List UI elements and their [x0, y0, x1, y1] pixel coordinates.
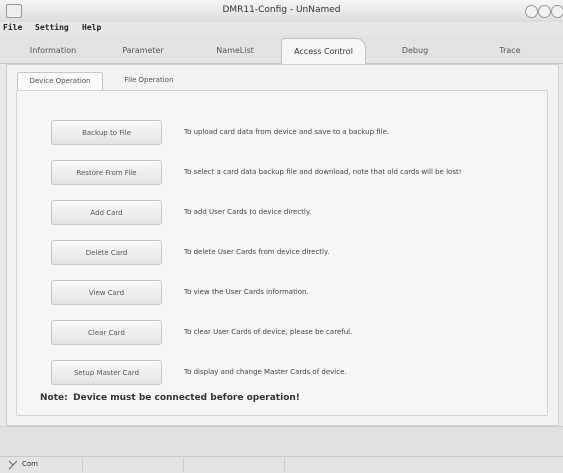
- setup-master-card-description: To display and change Master Cards of de…: [184, 368, 347, 376]
- setup-master-card-button[interactable]: Setup Master Card: [51, 360, 162, 385]
- view-card-description: To view the User Cards information.: [184, 288, 309, 296]
- tab-debug[interactable]: Debug: [385, 38, 445, 63]
- access-control-panel: Device Operation File Operation Backup t…: [6, 64, 559, 426]
- view-card-button[interactable]: View Card: [51, 280, 162, 305]
- note-text: Device must be connected before operatio…: [73, 393, 300, 403]
- menu-help[interactable]: Help: [82, 23, 101, 32]
- status-cell-2: [83, 458, 184, 471]
- backup-to-file-description: To upload card data from device and save…: [184, 128, 390, 136]
- clear-card-description: To clear User Cards of device, please be…: [184, 328, 353, 336]
- subtab-device-operation[interactable]: Device Operation: [17, 72, 103, 91]
- menu-setting[interactable]: Setting: [35, 23, 69, 32]
- menu-file[interactable]: File: [3, 23, 22, 32]
- subtab-file-operation[interactable]: File Operation: [107, 72, 191, 89]
- window-title: DMR11-Config - UnNamed: [222, 5, 341, 15]
- restore-from-file-description: To select a card data backup file and do…: [184, 168, 462, 176]
- status-cell-port: Com: [0, 458, 83, 471]
- tab-trace[interactable]: Trace: [480, 38, 540, 63]
- close-icon[interactable]: [551, 5, 563, 18]
- tab-namelist[interactable]: NameList: [200, 38, 270, 63]
- restore-from-file-button[interactable]: Restore From File: [51, 160, 162, 185]
- bottom-area: [0, 426, 563, 457]
- clear-card-button[interactable]: Clear Card: [51, 320, 162, 345]
- status-cell-3: [184, 458, 285, 471]
- com-port-status: Com: [22, 460, 38, 468]
- tab-information[interactable]: Information: [18, 38, 88, 63]
- add-card-button[interactable]: Add Card: [51, 200, 162, 225]
- note-label: Note:: [40, 393, 68, 403]
- minimize-icon[interactable]: [525, 5, 538, 18]
- device-operation-panel: Backup to File To upload card data from …: [16, 90, 548, 416]
- menu-bar: File Setting Help: [0, 22, 563, 35]
- backup-to-file-button[interactable]: Backup to File: [51, 120, 162, 145]
- maximize-icon[interactable]: [538, 5, 551, 18]
- main-tab-bar: Information Parameter NameList Access Co…: [0, 35, 563, 65]
- delete-card-description: To delete User Cards from device directl…: [184, 248, 330, 256]
- add-card-description: To add User Cards to device directly.: [184, 208, 312, 216]
- status-bar: Com: [0, 456, 563, 473]
- com-port-icon: [8, 460, 18, 470]
- tab-parameter[interactable]: Parameter: [108, 38, 178, 63]
- title-bar: DMR11-Config - UnNamed: [0, 0, 563, 23]
- tab-access-control[interactable]: Access Control: [281, 38, 366, 65]
- connection-note: Note: Device must be connected before op…: [40, 393, 300, 403]
- delete-card-button[interactable]: Delete Card: [51, 240, 162, 265]
